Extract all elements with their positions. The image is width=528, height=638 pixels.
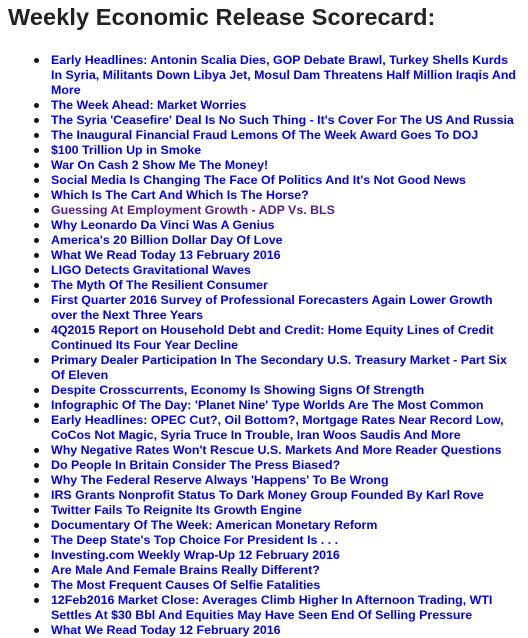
article-link[interactable]: Which Is The Cart And Which Is The Horse… (51, 188, 309, 202)
list-item: Despite Crosscurrents, Economy Is Showin… (32, 383, 522, 398)
list-item: Investing.com Weekly Wrap-Up 12 February… (32, 548, 522, 563)
article-link[interactable]: What We Read Today 13 February 2016 (51, 248, 281, 262)
article-link[interactable]: Early Headlines: OPEC Cut?, Oil Bottom?,… (51, 413, 504, 442)
article-link[interactable]: Guessing At Employment Growth - ADP Vs. … (51, 203, 335, 217)
article-link[interactable]: Investing.com Weekly Wrap-Up 12 February… (51, 548, 340, 562)
list-item: Why Leonardo Da Vinci Was A Genius (32, 218, 522, 233)
list-item: The Inaugural Financial Fraud Lemons Of … (32, 128, 522, 143)
article-link[interactable]: IRS Grants Nonprofit Status To Dark Mone… (51, 488, 484, 502)
list-item: The Deep State's Top Choice For Presiden… (32, 533, 522, 548)
article-link[interactable]: Twitter Fails To Reignite Its Growth Eng… (51, 503, 302, 517)
list-item: Why The Federal Reserve Always 'Happens'… (32, 473, 522, 488)
article-link[interactable]: Are Male And Female Brains Really Differ… (51, 563, 320, 577)
page-title: Weekly Economic Release Scorecard: (8, 4, 436, 30)
article-link[interactable]: Primary Dealer Participation In The Seco… (51, 353, 507, 382)
article-link[interactable]: The Inaugural Financial Fraud Lemons Of … (51, 128, 478, 142)
list-item: Primary Dealer Participation In The Seco… (32, 353, 522, 383)
article-link[interactable]: Why Negative Rates Won't Rescue U.S. Mar… (51, 443, 502, 457)
article-link[interactable]: War On Cash 2 Show Me The Money! (51, 158, 268, 172)
list-item: Social Media Is Changing The Face Of Pol… (32, 173, 522, 188)
list-item: The Syria 'Ceasefire' Deal Is No Such Th… (32, 113, 522, 128)
article-link[interactable]: LIGO Detects Gravitational Waves (51, 263, 251, 277)
list-item: What We Read Today 13 February 2016 (32, 248, 522, 263)
article-link[interactable]: Early Headlines: Antonin Scalia Dies, GO… (51, 53, 516, 97)
list-item: America's 20 Billion Dollar Day Of Love (32, 233, 522, 248)
article-link[interactable]: Why Leonardo Da Vinci Was A Genius (51, 218, 275, 232)
list-item: Documentary Of The Week: American Moneta… (32, 518, 522, 533)
article-link[interactable]: Documentary Of The Week: American Moneta… (51, 518, 377, 532)
article-link[interactable]: 12Feb2016 Market Close: Averages Climb H… (51, 593, 492, 622)
article-link[interactable]: The Syria 'Ceasefire' Deal Is No Such Th… (51, 113, 514, 127)
list-item: Which Is The Cart And Which Is The Horse… (32, 188, 522, 203)
list-item: The Most Frequent Causes Of Selfie Fatal… (32, 578, 522, 593)
article-link[interactable]: The Most Frequent Causes Of Selfie Fatal… (51, 578, 320, 592)
list-item: $100 Trillion Up in Smoke (32, 143, 522, 158)
article-link[interactable]: What We Read Today 12 February 2016 (51, 623, 281, 637)
list-item: First Quarter 2016 Survey of Professiona… (32, 293, 522, 323)
list-item: 12Feb2016 Market Close: Averages Climb H… (32, 593, 522, 623)
list-item: The Myth Of The Resilient Consumer (32, 278, 522, 293)
list-item: Guessing At Employment Growth - ADP Vs. … (32, 203, 522, 218)
article-link[interactable]: The Deep State's Top Choice For Presiden… (51, 533, 338, 547)
list-item: 4Q2015 Report on Household Debt and Cred… (32, 323, 522, 353)
list-item: LIGO Detects Gravitational Waves (32, 263, 522, 278)
article-link[interactable]: $100 Trillion Up in Smoke (51, 143, 201, 157)
article-link[interactable]: First Quarter 2016 Survey of Professiona… (51, 293, 493, 322)
list-item: IRS Grants Nonprofit Status To Dark Mone… (32, 488, 522, 503)
article-link[interactable]: The Week Ahead: Market Worries (51, 98, 246, 112)
article-link[interactable]: 4Q2015 Report on Household Debt and Cred… (51, 323, 494, 352)
list-item: Early Headlines: OPEC Cut?, Oil Bottom?,… (32, 413, 522, 443)
list-item: Early Headlines: Antonin Scalia Dies, GO… (32, 53, 522, 98)
article-link[interactable]: Why The Federal Reserve Always 'Happens'… (51, 473, 389, 487)
list-item: War On Cash 2 Show Me The Money! (32, 158, 522, 173)
list-item: Infographic Of The Day: 'Planet Nine' Ty… (32, 398, 522, 413)
article-link[interactable]: The Myth Of The Resilient Consumer (51, 278, 268, 292)
article-list: Early Headlines: Antonin Scalia Dies, GO… (32, 53, 522, 638)
article-link[interactable]: Despite Crosscurrents, Economy Is Showin… (51, 383, 424, 397)
list-item: Do People In Britain Consider The Press … (32, 458, 522, 473)
list-item: Are Male And Female Brains Really Differ… (32, 563, 522, 578)
article-link[interactable]: Social Media Is Changing The Face Of Pol… (51, 173, 466, 187)
article-link[interactable]: Infographic Of The Day: 'Planet Nine' Ty… (51, 398, 484, 412)
list-item: Why Negative Rates Won't Rescue U.S. Mar… (32, 443, 522, 458)
article-link[interactable]: Do People In Britain Consider The Press … (51, 458, 340, 472)
article-link[interactable]: America's 20 Billion Dollar Day Of Love (51, 233, 283, 247)
list-item: The Week Ahead: Market Worries (32, 98, 522, 113)
list-item: Twitter Fails To Reignite Its Growth Eng… (32, 503, 522, 518)
list-item: What We Read Today 12 February 2016 (32, 623, 522, 638)
